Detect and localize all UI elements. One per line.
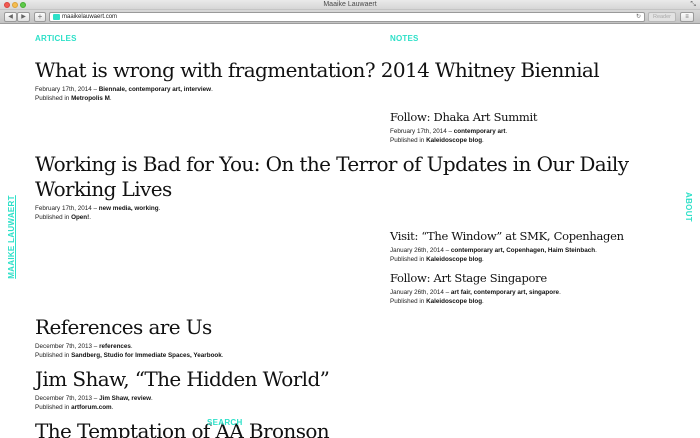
article-item: Working is Bad for You: On the Terror of… <box>35 152 635 222</box>
note-item: Follow: Dhaka Art Summit February 17th, … <box>390 110 690 145</box>
article-meta: February 17th, 2014 – Biennale, contempo… <box>35 86 213 93</box>
note-tags[interactable]: art fair, contemporary art, singapore <box>451 289 559 296</box>
article-meta: December 7th, 2013 – Jim Shaw, review. <box>35 395 153 402</box>
sidebar-icon: ≡ <box>685 14 689 20</box>
back-arrow-icon: ◀ <box>8 14 13 20</box>
publication-link[interactable]: Kaleidoscope blog <box>426 256 482 263</box>
article-item: The Temptation of AA Bronson <box>35 419 375 438</box>
article-title-link[interactable]: Working is Bad for You: On the Terror of… <box>35 152 635 202</box>
article-meta: February 17th, 2014 – new media, working… <box>35 205 161 212</box>
note-publication: Published in Kaleidoscope blog. <box>390 256 484 263</box>
publication-link[interactable]: Sandberg, Studio for Immediate Spaces, Y… <box>71 352 222 359</box>
page-viewport: ARTICLES NOTES MAAIKE LAUWAERT ABOUT Wha… <box>0 25 700 438</box>
article-title-link[interactable]: The Temptation of AA Bronson <box>35 419 375 438</box>
article-tags[interactable]: Jim Shaw, review <box>99 395 151 402</box>
back-button[interactable]: ◀ <box>4 12 17 22</box>
note-tags[interactable]: contemporary art <box>454 128 506 135</box>
note-meta: January 26th, 2014 – contemporary art, C… <box>390 247 597 254</box>
publication-link[interactable]: Open! <box>71 214 89 221</box>
article-tags[interactable]: new media, working <box>99 205 159 212</box>
published-label: Published in <box>390 137 425 144</box>
article-date: February 17th, 2014 – <box>35 205 97 212</box>
url-text: maaikelauwaert.com <box>62 14 118 20</box>
note-title-link[interactable]: Follow: Dhaka Art Summit <box>390 110 690 125</box>
article-date: February 17th, 2014 – <box>35 86 97 93</box>
window-title: Maaike Lauwaert <box>323 1 377 8</box>
article-publication: Published in artforum.com. <box>35 404 114 411</box>
window-titlebar: Maaike Lauwaert ⤡ <box>0 0 700 10</box>
forward-button[interactable]: ▶ <box>17 12 30 22</box>
site-favicon-icon <box>53 14 60 20</box>
articles-heading-link[interactable]: ARTICLES <box>35 34 77 43</box>
note-item: Visit: “The Window” at SMK, Copenhagen J… <box>390 229 690 264</box>
note-date: January 26th, 2014 – <box>390 289 450 296</box>
note-date: February 17th, 2014 – <box>390 128 452 135</box>
published-label: Published in <box>35 404 70 411</box>
published-label: Published in <box>390 298 425 305</box>
note-meta: February 17th, 2014 – contemporary art. <box>390 128 508 135</box>
note-item: Follow: Art Stage Singapore January 26th… <box>390 271 690 306</box>
plus-icon: + <box>37 12 43 21</box>
article-item: What is wrong with fragmentation? 2014 W… <box>35 58 635 103</box>
article-date: December 7th, 2013 – <box>35 343 98 350</box>
forward-arrow-icon: ▶ <box>21 14 26 20</box>
sidebar-toggle-button[interactable]: ≡ <box>680 12 694 22</box>
article-title-link[interactable]: References are Us <box>35 315 375 340</box>
note-publication: Published in Kaleidoscope blog. <box>390 137 484 144</box>
reload-icon[interactable]: ↻ <box>636 13 641 21</box>
published-label: Published in <box>390 256 425 263</box>
article-tags[interactable]: Biennale, contemporary art, interview <box>99 86 211 93</box>
publication-link[interactable]: Kaleidoscope blog <box>426 137 482 144</box>
article-tags[interactable]: references <box>99 343 131 350</box>
published-label: Published in <box>35 352 70 359</box>
article-date: December 7th, 2013 – <box>35 395 98 402</box>
published-label: Published in <box>35 95 70 102</box>
publication-link[interactable]: Kaleidoscope blog <box>426 298 482 305</box>
site-name-link[interactable]: MAAIKE LAUWAERT <box>7 195 16 279</box>
address-bar[interactable]: maaikelauwaert.com ↻ <box>49 12 645 22</box>
note-title-link[interactable]: Visit: “The Window” at SMK, Copenhagen <box>390 229 690 244</box>
reader-button[interactable]: Reader <box>648 12 676 22</box>
article-title-link[interactable]: Jim Shaw, “The Hidden World” <box>35 367 375 392</box>
note-date: January 26th, 2014 – <box>390 247 450 254</box>
note-tags[interactable]: contemporary art, Copenhagen, Haim Stein… <box>451 247 595 254</box>
publication-link[interactable]: Metropolis M <box>71 95 110 102</box>
about-link[interactable]: ABOUT <box>684 192 693 222</box>
article-meta: December 7th, 2013 – references. <box>35 343 133 350</box>
note-title-link[interactable]: Follow: Art Stage Singapore <box>390 271 690 286</box>
article-publication: Published in Sandberg, Studio for Immedi… <box>35 352 224 359</box>
article-item: References are Us December 7th, 2013 – r… <box>35 315 375 360</box>
note-meta: January 26th, 2014 – art fair, contempor… <box>390 289 561 296</box>
browser-toolbar: ◀ ▶ + maaikelauwaert.com ↻ Reader ≡ <box>0 10 700 24</box>
note-publication: Published in Kaleidoscope blog. <box>390 298 484 305</box>
article-item: Jim Shaw, “The Hidden World” December 7t… <box>35 367 375 412</box>
article-publication: Published in Metropolis M. <box>35 95 112 102</box>
fullscreen-icon[interactable]: ⤡ <box>690 0 696 10</box>
published-label: Published in <box>35 214 70 221</box>
article-publication: Published in Open!. <box>35 214 92 221</box>
article-title-link[interactable]: What is wrong with fragmentation? 2014 W… <box>35 58 635 83</box>
publication-link[interactable]: artforum.com <box>71 404 112 411</box>
search-link[interactable]: SEARCH <box>207 418 243 427</box>
add-bookmark-button[interactable]: + <box>34 12 46 22</box>
notes-heading-link[interactable]: NOTES <box>390 34 419 43</box>
